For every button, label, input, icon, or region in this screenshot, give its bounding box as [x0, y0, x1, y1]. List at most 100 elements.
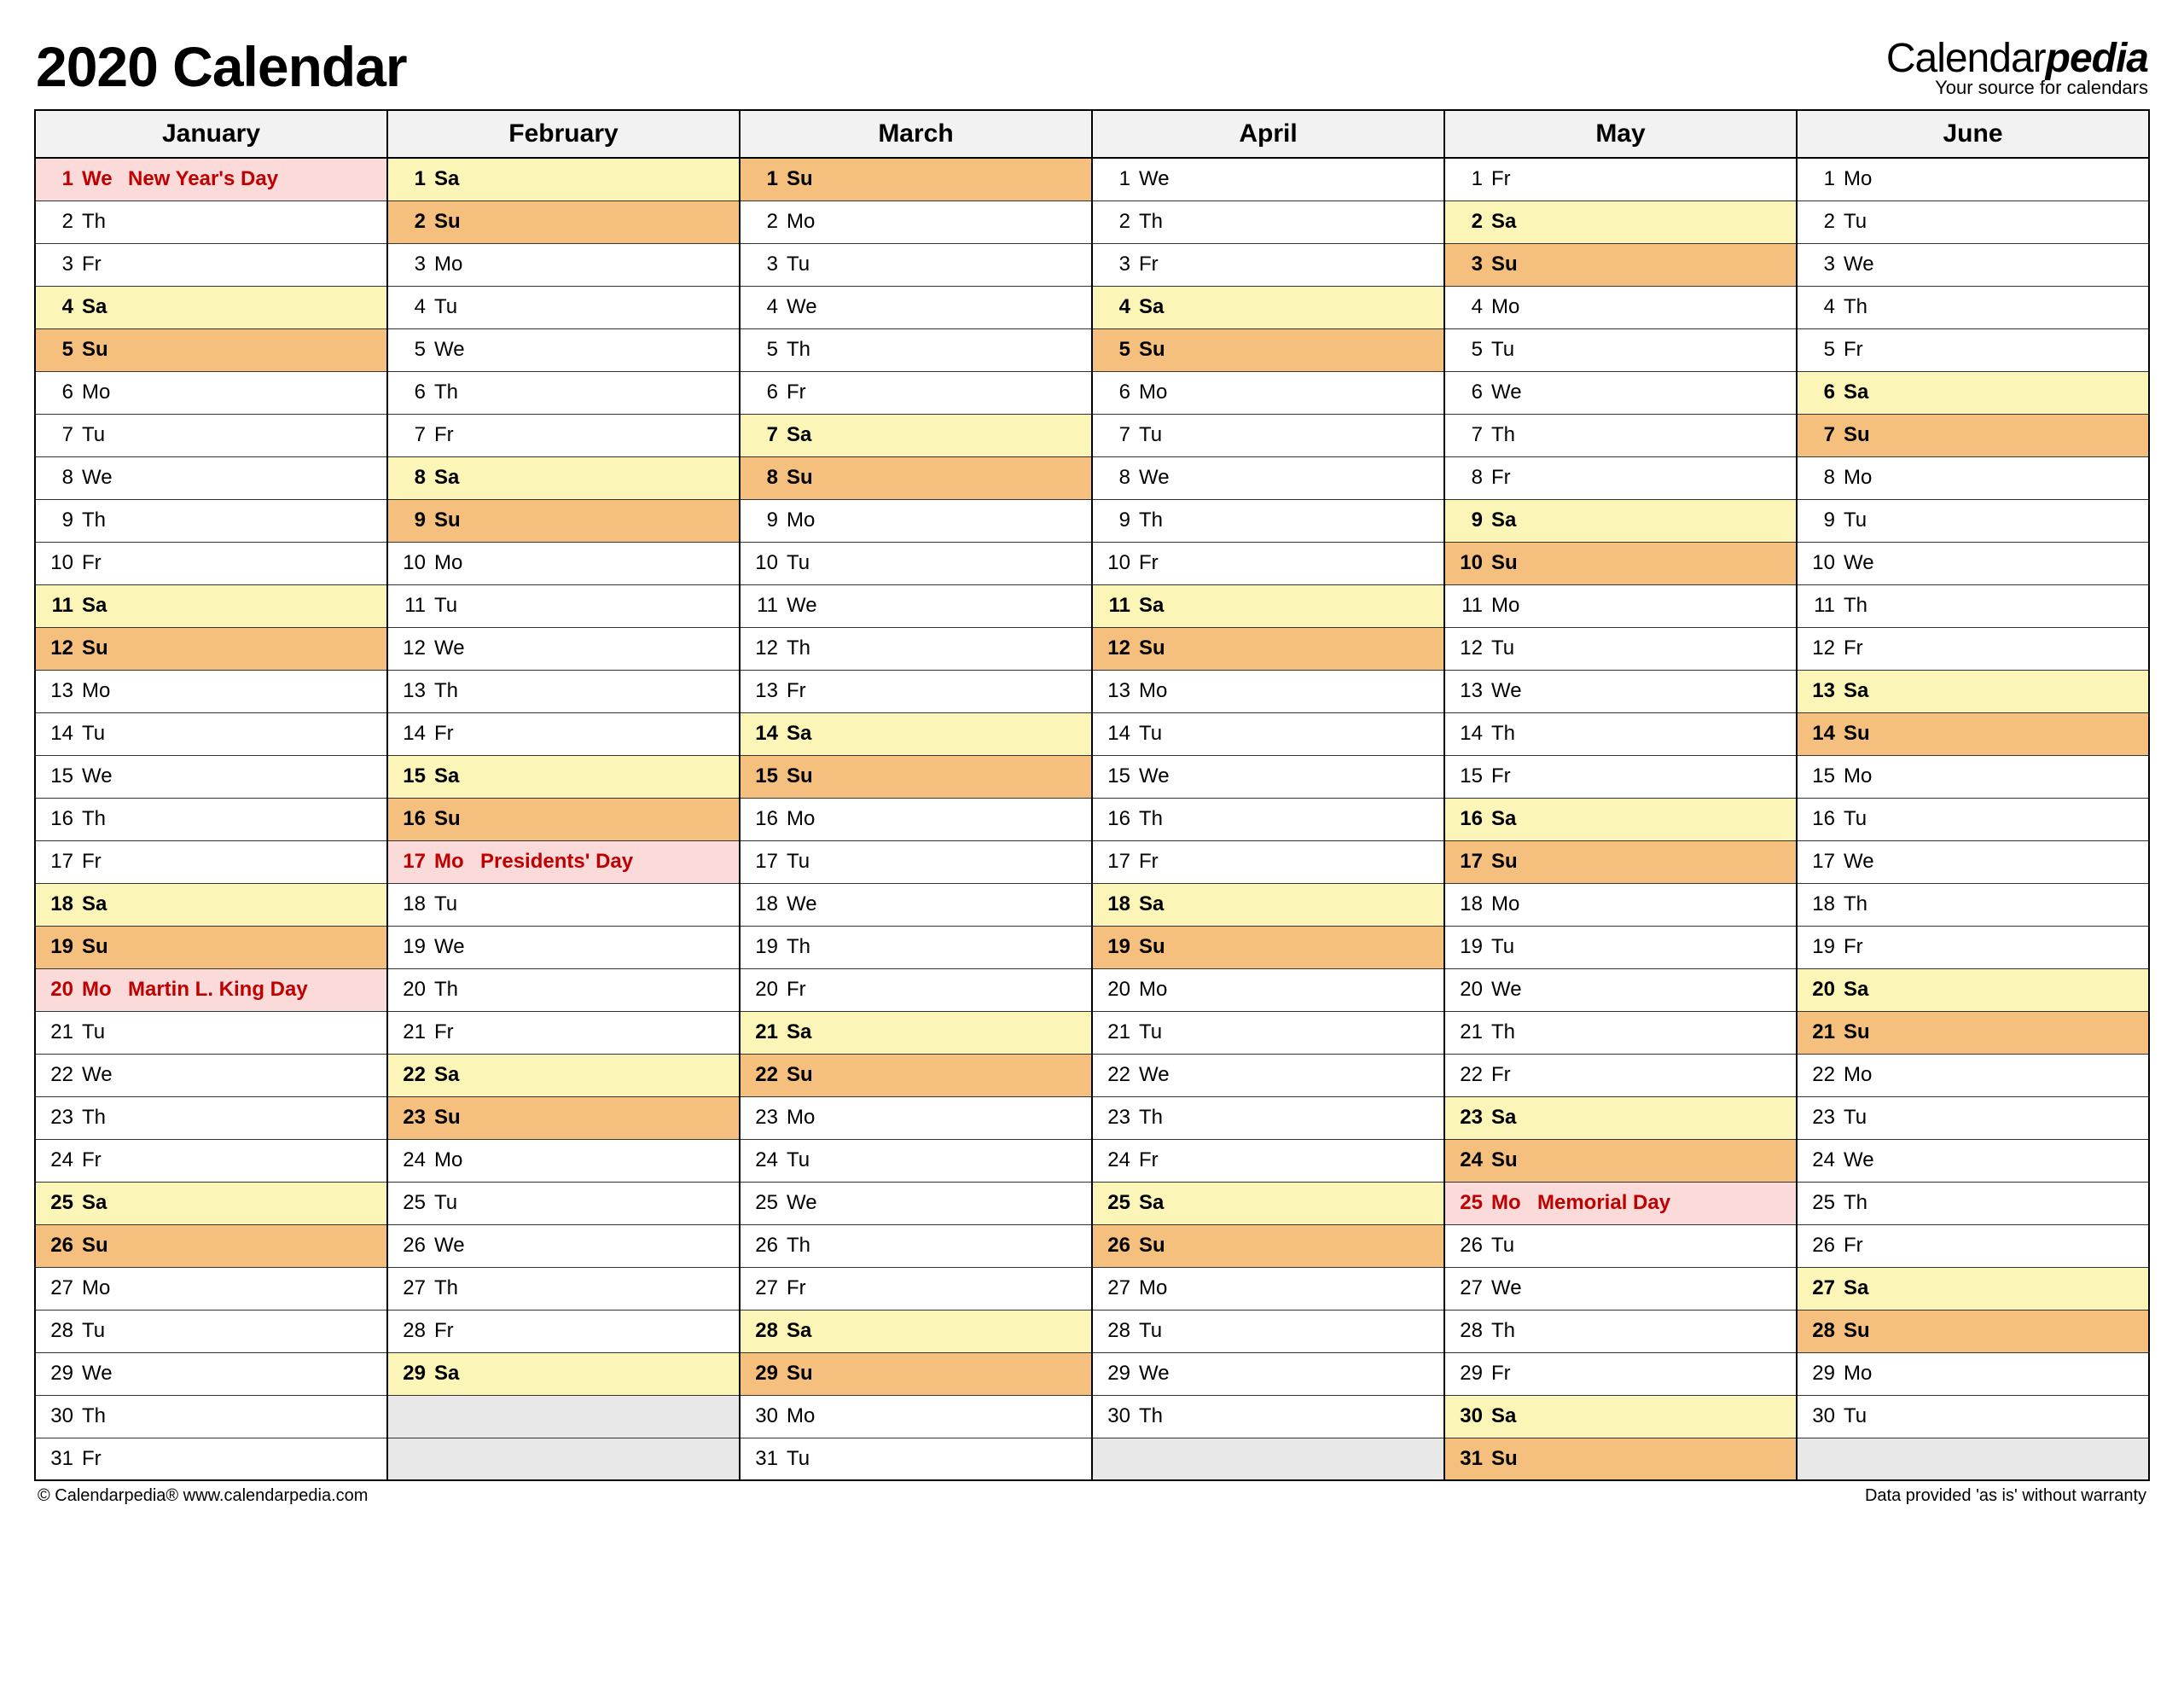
day-number: 10: [1101, 551, 1130, 575]
day-weekday: Tu: [434, 594, 472, 618]
day-cell: 3Tu: [740, 243, 1092, 286]
day-cell: 4Sa: [1092, 286, 1444, 328]
day-cell: 7Su: [1797, 414, 2149, 456]
day-weekday: Fr: [787, 679, 824, 703]
day-number: 10: [1454, 551, 1483, 575]
day-number: 10: [397, 551, 426, 575]
day-weekday: Fr: [1844, 935, 1881, 959]
day-weekday: We: [434, 935, 472, 959]
day-cell: 15Sa: [387, 755, 740, 798]
day-weekday: Su: [1491, 253, 1529, 276]
day-weekday: We: [434, 338, 472, 362]
day-weekday: Fr: [82, 551, 119, 575]
day-weekday: Sa: [82, 295, 119, 319]
day-number: 5: [749, 338, 778, 362]
day-number: 20: [749, 978, 778, 1002]
day-weekday: Su: [82, 338, 119, 362]
day-number: 21: [1454, 1020, 1483, 1044]
day-weekday: Th: [1844, 594, 1881, 618]
day-number: 3: [397, 253, 426, 276]
day-weekday: Th: [1139, 210, 1176, 234]
day-cell: 6Th: [387, 371, 740, 414]
day-cell: 6Mo: [1092, 371, 1444, 414]
day-cell: 21Su: [1797, 1011, 2149, 1054]
day-cell: 25MoMemorial Day: [1444, 1182, 1797, 1224]
day-weekday: Th: [82, 509, 119, 532]
day-number: 22: [44, 1063, 73, 1087]
day-cell: 7Tu: [35, 414, 387, 456]
day-weekday: We: [1844, 253, 1881, 276]
day-weekday: Tu: [1491, 338, 1529, 362]
day-weekday: Su: [787, 1063, 824, 1087]
day-cell: 2Th: [1092, 201, 1444, 243]
day-cell: 7Sa: [740, 414, 1092, 456]
day-number: 18: [1454, 892, 1483, 916]
day-weekday: Sa: [787, 1020, 824, 1044]
day-weekday: Mo: [82, 679, 119, 703]
day-number: 8: [397, 466, 426, 490]
day-number: 27: [749, 1276, 778, 1300]
day-number: 3: [1806, 253, 1835, 276]
day-weekday: Tu: [1491, 1234, 1529, 1258]
day-cell: 23Th: [1092, 1096, 1444, 1139]
day-cell: 8Mo: [1797, 456, 2149, 499]
day-cell: 24Fr: [35, 1139, 387, 1182]
day-weekday: Su: [787, 1362, 824, 1386]
day-cell: 19We: [387, 926, 740, 968]
day-number: 4: [749, 295, 778, 319]
day-weekday: Fr: [1491, 466, 1529, 490]
day-number: 2: [1806, 210, 1835, 234]
day-cell: 11Sa: [35, 584, 387, 627]
day-cell: 25We: [740, 1182, 1092, 1224]
day-number: 27: [1454, 1276, 1483, 1300]
day-weekday: Th: [82, 807, 119, 831]
day-number: 30: [749, 1404, 778, 1428]
day-weekday: Sa: [1491, 210, 1529, 234]
day-cell: 8Fr: [1444, 456, 1797, 499]
day-number: 22: [1101, 1063, 1130, 1087]
day-cell: 29Mo: [1797, 1352, 2149, 1395]
day-cell: 9Sa: [1444, 499, 1797, 542]
day-cell: 24Tu: [740, 1139, 1092, 1182]
day-cell: 22Sa: [387, 1054, 740, 1096]
day-number: 20: [44, 978, 73, 1002]
day-number: 29: [1806, 1362, 1835, 1386]
day-cell: 28Tu: [35, 1310, 387, 1352]
day-weekday: Su: [434, 509, 472, 532]
day-cell: 20Th: [387, 968, 740, 1011]
day-weekday: Mo: [787, 1106, 824, 1130]
day-weekday: We: [82, 1362, 119, 1386]
day-weekday: Su: [1491, 1148, 1529, 1172]
day-cell: 5Su: [35, 328, 387, 371]
day-cell: 2Su: [387, 201, 740, 243]
day-cell: 18We: [740, 883, 1092, 926]
day-number: 17: [397, 850, 426, 874]
day-number: 5: [1454, 338, 1483, 362]
day-weekday: Tu: [434, 1191, 472, 1215]
day-number: 2: [749, 210, 778, 234]
day-weekday: We: [1139, 1063, 1176, 1087]
day-cell: 19Tu: [1444, 926, 1797, 968]
day-cell: 19Su: [1092, 926, 1444, 968]
day-number: 4: [1806, 295, 1835, 319]
day-number: 16: [1454, 807, 1483, 831]
day-weekday: Su: [1139, 1234, 1176, 1258]
day-weekday: We: [1139, 466, 1176, 490]
day-weekday: Tu: [1491, 636, 1529, 660]
day-number: 20: [397, 978, 426, 1002]
day-cell: 15Mo: [1797, 755, 2149, 798]
day-weekday: Mo: [1844, 764, 1881, 788]
day-weekday: Tu: [787, 1447, 824, 1471]
day-number: 6: [44, 381, 73, 404]
day-weekday: Th: [787, 338, 824, 362]
day-weekday: We: [1844, 1148, 1881, 1172]
day-weekday: Tu: [787, 1148, 824, 1172]
day-weekday: We: [434, 636, 472, 660]
day-cell: 28Su: [1797, 1310, 2149, 1352]
day-cell: 2Mo: [740, 201, 1092, 243]
day-number: 21: [397, 1020, 426, 1044]
day-cell: 4Sa: [35, 286, 387, 328]
day-cell: 17Fr: [1092, 840, 1444, 883]
day-number: 1: [44, 167, 73, 191]
day-number: 19: [44, 935, 73, 959]
